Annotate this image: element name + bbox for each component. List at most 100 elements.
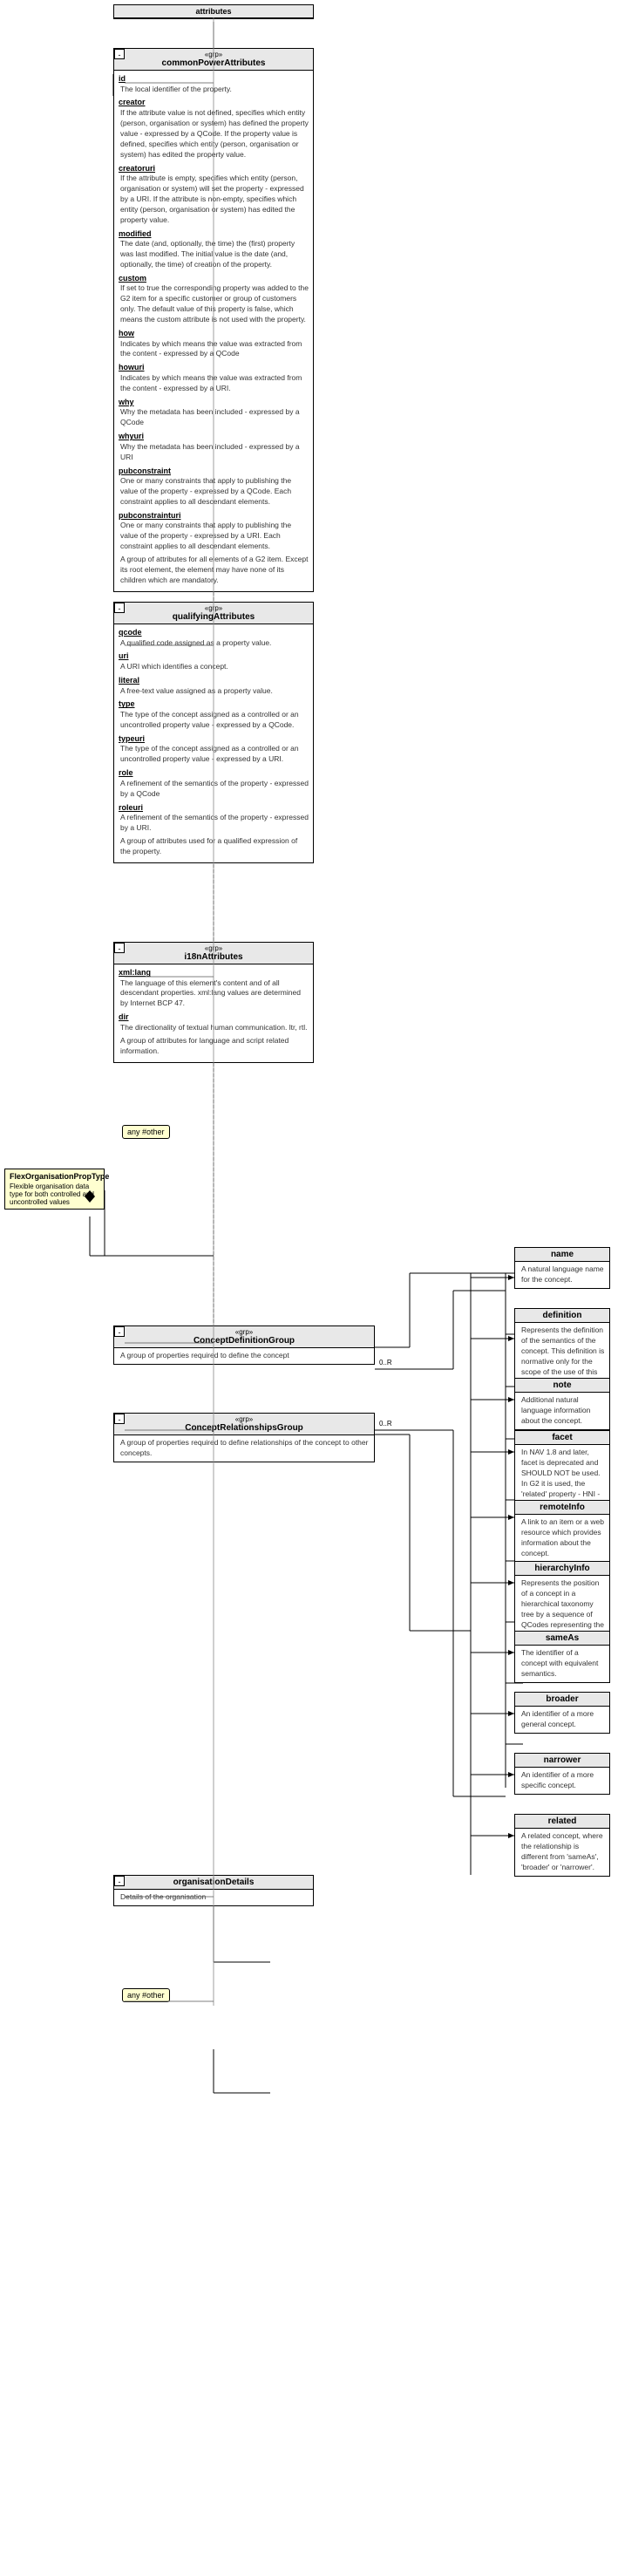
field-creatoruri: creatoruri If the attribute is empty, sp… <box>119 163 309 226</box>
hierarchy-info-header: hierarchyInfo <box>515 1562 609 1576</box>
definition-field-title: definition <box>543 1311 582 1320</box>
broader-header: broader <box>515 1693 609 1707</box>
multiplicity-concept-rel: 0..R <box>379 1420 392 1428</box>
expand-common-power[interactable]: - <box>114 49 125 59</box>
remote-info-header: remoteInfo <box>515 1501 609 1515</box>
field-qcode: qcode A qualified code assigned as a pro… <box>119 627 309 648</box>
remote-info-field-box: remoteInfo A link to an item or a web re… <box>514 1500 610 1563</box>
i18n-stereotype: «grp» <box>118 944 309 952</box>
note-field-title: note <box>553 1380 571 1390</box>
qualifying-stereotype: «grp» <box>118 604 309 612</box>
name-field-title: name <box>551 1250 574 1259</box>
field-pubconstrainturi: pubconstrainturi One or many constraints… <box>119 510 309 552</box>
concept-definition-header: «grp» ConceptDefinitionGroup <box>114 1326 374 1348</box>
field-custom: custom If set to true the corresponding … <box>119 273 309 325</box>
remote-info-desc: A link to an item or a web resource whic… <box>515 1515 609 1562</box>
expand-i18n[interactable]: - <box>114 943 125 953</box>
narrower-desc-text: An identifier of a more specific concept… <box>521 1770 605 1791</box>
field-type: type The type of the concept assigned as… <box>119 699 309 730</box>
title-header: attributes <box>114 5 313 18</box>
expand-concept-def[interactable]: - <box>114 1326 125 1337</box>
concept-def-title: ConceptDefinitionGroup <box>194 1336 295 1346</box>
remote-info-title: remoteInfo <box>540 1503 585 1512</box>
field-xmllang: xml:lang The language of this element's … <box>119 967 309 1009</box>
i18n-fields: xml:lang The language of this element's … <box>114 964 313 1062</box>
i18n-attributes-box: «grp» i18nAttributes xml:lang The langua… <box>113 942 314 1063</box>
related-desc: A related concept, where the relationshi… <box>515 1829 609 1876</box>
hierarchy-info-title: hierarchyInfo <box>534 1564 589 1573</box>
field-why: why Why the metadata has been included -… <box>119 397 309 428</box>
field-desc-end-i18n: A group of attributes for language and s… <box>119 1036 309 1057</box>
field-typeuri: typeuri The type of the concept assigned… <box>119 733 309 765</box>
name-field-desc: A natural language name for the concept. <box>515 1262 609 1288</box>
expand-concept-rel[interactable]: - <box>114 1414 125 1424</box>
qualifying-attributes-box: «grp» qualifyingAttributes qcode A quali… <box>113 602 314 863</box>
concept-def-desc: A group of properties required to define… <box>114 1348 374 1364</box>
related-header: related <box>515 1815 609 1829</box>
definition-field-header: definition <box>515 1309 609 1323</box>
remote-info-desc-text: A link to an item or a web resource whic… <box>521 1517 605 1559</box>
title-text: attributes <box>195 7 231 16</box>
flex-org-title: FlexOrganisationPropType <box>10 1172 99 1181</box>
facet-field-title: facet <box>552 1433 572 1442</box>
expand-qualifying[interactable]: - <box>114 603 125 613</box>
common-power-fields: id The local identifier of the property.… <box>114 71 313 591</box>
narrower-title: narrower <box>544 1755 581 1765</box>
facet-field-header: facet <box>515 1431 609 1445</box>
note-field-box: note Additional natural language informa… <box>514 1378 610 1430</box>
expand-org-details[interactable]: - <box>114 1876 125 1886</box>
common-power-attributes-box: «grp» commonPowerAttributes id The local… <box>113 48 314 592</box>
concept-rel-stereotype: «grp» <box>118 1415 370 1423</box>
concept-def-stereotype: «grp» <box>118 1328 370 1336</box>
related-field-box: related A related concept, where the rel… <box>514 1814 610 1877</box>
concept-relationships-group-box: «grp» ConceptRelationshipsGroup A group … <box>113 1413 375 1462</box>
flex-org-desc: Flexible organisation data type for both… <box>10 1182 99 1206</box>
note-field-desc-text: Additional natural language information … <box>521 1395 605 1427</box>
field-role: role A refinement of the semantics of th… <box>119 767 309 799</box>
org-details-header: organisationDetails <box>114 1876 313 1890</box>
organisation-details-box: organisationDetails Details of the organ… <box>113 1875 314 1906</box>
field-roleuri: roleuri A refinement of the semantics of… <box>119 802 309 834</box>
concept-def-desc-text: A group of properties required to define… <box>120 1351 370 1361</box>
common-power-title: commonPowerAttributes <box>162 58 266 68</box>
qualifying-title: qualifyingAttributes <box>173 612 255 622</box>
org-details-desc-text: Details of the organisation <box>120 1892 309 1903</box>
any-other-label-bottom: any #other <box>122 1988 170 2002</box>
field-desc-end-common: A group of attributes for all elements o… <box>119 555 309 586</box>
multiplicity-concept-def: 0..R <box>379 1359 392 1366</box>
i18n-attributes-header: «grp» i18nAttributes <box>114 943 313 964</box>
field-uri: uri A URI which identifies a concept. <box>119 651 309 671</box>
broader-desc: An identifier of a more general concept. <box>515 1707 609 1733</box>
name-field-header: name <box>515 1248 609 1262</box>
field-dir: dir The directionality of textual human … <box>119 1012 309 1032</box>
any-other-text-bottom: any #other <box>127 1991 165 2000</box>
common-power-stereotype: «grp» <box>118 51 309 58</box>
note-field-desc: Additional natural language information … <box>515 1393 609 1429</box>
narrower-header: narrower <box>515 1754 609 1768</box>
name-field-box: name A natural language name for the con… <box>514 1247 610 1289</box>
narrower-field-box: narrower An identifier of a more specifi… <box>514 1753 610 1795</box>
concept-rel-desc: A group of properties required to define… <box>114 1435 374 1462</box>
field-whyuri: whyuri Why the metadata has been include… <box>119 431 309 462</box>
org-details-title: organisationDetails <box>173 1877 255 1887</box>
common-power-attributes-header: «grp» commonPowerAttributes <box>114 49 313 71</box>
same-as-field-box: sameAs The identifier of a concept with … <box>514 1631 610 1683</box>
field-pubconstraint: pubconstraint One or many constraints th… <box>119 466 309 508</box>
i18n-title: i18nAttributes <box>184 952 242 962</box>
related-desc-text: A related concept, where the relationshi… <box>521 1831 605 1873</box>
broader-title: broader <box>546 1694 578 1704</box>
related-title: related <box>548 1816 577 1826</box>
broader-desc-text: An identifier of a more general concept. <box>521 1709 605 1730</box>
field-creator: creator If the attribute value is not de… <box>119 97 309 160</box>
field-how: how Indicates by which means the value w… <box>119 328 309 359</box>
field-literal: literal A free-text value assigned as a … <box>119 675 309 696</box>
same-as-desc: The identifier of a concept with equival… <box>515 1646 609 1682</box>
qualifying-fields: qcode A qualified code assigned as a pro… <box>114 624 313 862</box>
title-box: attributes <box>113 4 314 19</box>
org-details-desc: Details of the organisation <box>114 1890 313 1905</box>
narrower-desc: An identifier of a more specific concept… <box>515 1768 609 1794</box>
concept-rel-header: «grp» ConceptRelationshipsGroup <box>114 1414 374 1435</box>
flex-organisation-prop-type-box: FlexOrganisationPropType Flexible organi… <box>4 1169 105 1210</box>
note-field-header: note <box>515 1379 609 1393</box>
same-as-desc-text: The identifier of a concept with equival… <box>521 1648 605 1680</box>
